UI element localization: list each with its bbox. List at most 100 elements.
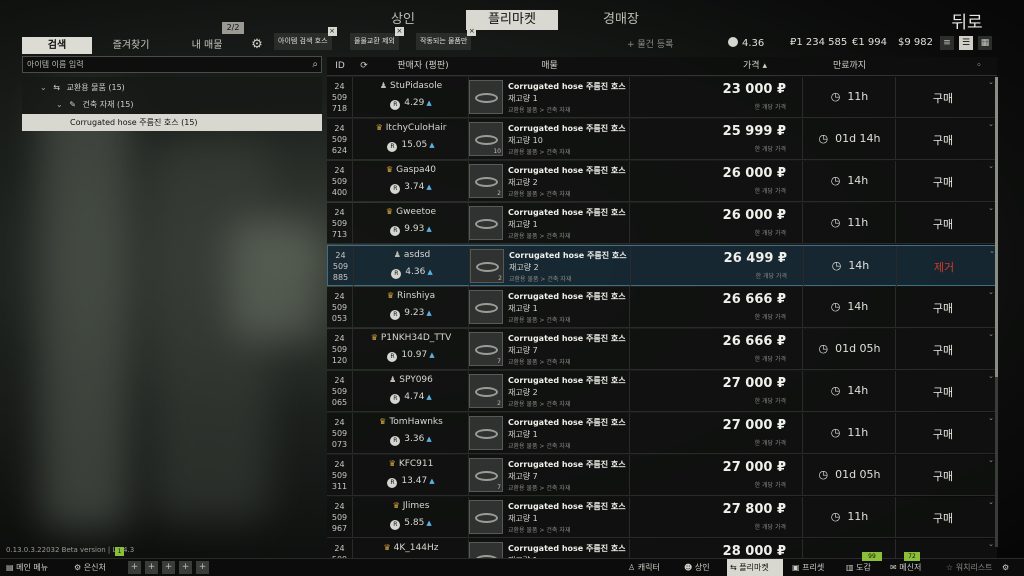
item-thumbnail[interactable]: 10 (469, 122, 503, 156)
item-cell[interactable]: 10 Corrugated hose 주름진 호스 재고량 10 교환용 물품 > 건… (469, 119, 630, 160)
chevron-down-icon[interactable]: ⌄ (56, 100, 63, 109)
add-slot-button[interactable]: + (196, 561, 209, 574)
hideout-button[interactable]: ⚙ 은신처 (74, 559, 106, 576)
tab-my-offers[interactable]: 내 매물 (178, 37, 236, 54)
close-icon[interactable]: × (394, 27, 404, 36)
offer-row[interactable]: 24 509 073 ♛ TomHawnks R 3.36 ▲ Corrugated hose … (327, 413, 997, 454)
item-thumbnail[interactable] (469, 80, 503, 114)
grid-view-icon[interactable]: ▦ (978, 36, 992, 50)
item-cell[interactable]: 2 Corrugated hose 주름진 호스 재고량 2 교환용 물품 > 건축 … (469, 371, 630, 412)
item-thumbnail[interactable]: 7 (469, 458, 503, 492)
item-thumbnail[interactable] (469, 500, 503, 534)
chevron-down-icon[interactable]: ⌄ (988, 330, 994, 338)
seller-cell[interactable]: ♛ TomHawnks R 3.36 ▲ (353, 413, 469, 454)
tab-flea-market[interactable]: 플리마켓 (466, 10, 558, 30)
filter-chip-search[interactable]: 아이템 검색 호스 × (274, 27, 337, 50)
offer-row[interactable]: 24 509 624 ♛ ItchyCuloHair R 15.05 ▲ 10 Corrugate… (327, 119, 997, 160)
offer-row[interactable]: 24 509 311 ♛ KFC911 R 13.47 ▲ 7 Corrugated hose 주… (327, 455, 997, 496)
item-thumbnail[interactable] (469, 290, 503, 324)
filter-chip-functional[interactable]: 작동되는 물품만 × (416, 27, 477, 50)
settings-gear-icon[interactable]: ⚙ (1002, 559, 1009, 576)
search-icon[interactable]: ⌕ (312, 57, 318, 72)
offer-row[interactable]: 24 509 400 ♛ Gaspa40 R 3.74 ▲ 2 Corrugated hose 주… (327, 161, 997, 202)
seller-name[interactable]: ♟ StuPidasole (353, 81, 469, 91)
list-view-icon[interactable]: ≡ (940, 36, 954, 50)
seller-name[interactable]: ♟ SPY096 (353, 375, 469, 385)
remove-button[interactable]: 제거 (897, 259, 991, 275)
tree-item-barter[interactable]: ⌄ ⇆ 교환용 물품 (15) (22, 79, 322, 96)
tab-search[interactable]: 검색 (22, 37, 92, 54)
offer-row-mine[interactable]: 24 509 885 ♟ asdsd R 4.36 ▲ 2 Corrugated hose 주름진… (327, 245, 997, 287)
seller-cell[interactable]: ♛ Gweetoe R 9.93 ▲ (353, 203, 469, 244)
watchlist-button[interactable]: ☆ 워치리스트 (946, 559, 993, 576)
seller-name[interactable]: ♛ 4K_144Hz (353, 543, 469, 553)
item-cell[interactable]: 2 Corrugated hose 주름진 호스 재고량 2 교환용 물품 > 건축 … (469, 161, 630, 202)
chevron-down-icon[interactable]: ⌄ (40, 83, 47, 92)
tab-auction[interactable]: 경매장 (596, 10, 646, 30)
item-cell[interactable]: Corrugated hose 주름진 호스재고량 1 교환용 물품 > 건축 자… (469, 287, 630, 328)
item-cell[interactable]: 7 Corrugated hose 주름진 호스 재고량 7 교환용 물품 > 건축 … (469, 329, 630, 370)
seller-cell[interactable]: ♛ Rinshiya R 9.23 ▲ (353, 287, 469, 328)
chevron-down-icon[interactable]: ⌄ (988, 414, 994, 422)
seller-cell[interactable]: ♛ Gaspa40 R 3.74 ▲ (353, 161, 469, 202)
item-cell[interactable]: 7 Corrugated hose 주름진 호스 재고량 7 교환용 물품 > 건축 … (469, 455, 630, 496)
seller-name[interactable]: ♛ Gweetoe (353, 207, 469, 217)
character-button[interactable]: ♙ 캐릭터 (628, 559, 660, 576)
seller-name[interactable]: ♛ TomHawnks (353, 417, 469, 427)
filter-chip-no-barter[interactable]: 물물교환 제외 × (350, 27, 404, 50)
buy-button[interactable]: 구매 (896, 342, 990, 358)
seller-cell[interactable]: ♟ SPY096 R 4.74 ▲ (353, 371, 469, 412)
item-thumbnail[interactable]: 2 (469, 164, 503, 198)
tree-item-corrugated-hose[interactable]: Corrugated hose 주름진 호스 (15) (22, 114, 322, 131)
chevron-down-icon[interactable]: ⌄ (988, 456, 994, 464)
seller-name[interactable]: ♛ ItchyCuloHair (353, 123, 469, 133)
item-cell[interactable]: Corrugated hose 주름진 호스재고량 1 교환용 물품 > 건축 자… (469, 413, 630, 454)
flea-market-button[interactable]: ⇆ 플리마켓 (727, 559, 783, 576)
back-button[interactable]: 뒤로 (942, 8, 992, 34)
seller-cell[interactable]: ♛ ItchyCuloHair R 15.05 ▲ (353, 119, 469, 160)
seller-name[interactable]: ♛ Rinshiya (353, 291, 469, 301)
offer-row[interactable]: 24 509 053 ♛ Rinshiya R 9.23 ▲ Corrugated hose 주… (327, 287, 997, 328)
seller-name[interactable]: ♛ Gaspa40 (353, 165, 469, 175)
chevron-down-icon[interactable]: ⌄ (988, 120, 994, 128)
handbook-button[interactable]: ▥ 도감 (846, 559, 871, 576)
buy-button[interactable]: 구매 (896, 510, 990, 526)
buy-button[interactable]: 구매 (896, 174, 990, 190)
item-thumbnail[interactable] (469, 206, 503, 240)
column-item[interactable]: 매물 (469, 57, 630, 76)
item-cell[interactable]: Corrugated hose 주름진 호스재고량 1 교환용 물품 > 건축 자… (469, 497, 630, 538)
seller-name[interactable]: ♛ KFC911 (353, 459, 469, 469)
buy-button[interactable]: 구매 (896, 300, 990, 316)
seller-cell[interactable]: ♛ P1NKH34D_TTV R 10.97 ▲ (353, 329, 469, 370)
scrollbar-thumb[interactable] (995, 77, 998, 377)
item-thumbnail[interactable]: 7 (469, 332, 503, 366)
chevron-down-icon[interactable]: ⌄ (988, 498, 994, 506)
offer-row[interactable]: 24 509 120 ♛ P1NKH34D_TTV R 10.97 ▲ 7 Corrugated … (327, 329, 997, 370)
buy-button[interactable]: 구매 (896, 426, 990, 442)
column-expires[interactable]: 만료까지 (803, 57, 896, 76)
item-cell[interactable]: Corrugated hose 주름진 호스재고량 1 교환용 물품 > 건축 자… (469, 77, 630, 118)
chevron-down-icon[interactable]: ⌄ (988, 78, 994, 86)
seller-cell[interactable]: ♟ StuPidasole R 4.29 ▲ (353, 77, 469, 118)
add-slot-button[interactable]: + (145, 561, 158, 574)
chevron-down-icon[interactable]: ⌄ (988, 372, 994, 380)
column-price[interactable]: 가격 ▴ (707, 57, 803, 76)
chevron-down-icon[interactable]: ⌄ (988, 162, 994, 170)
column-id[interactable]: ID (327, 57, 353, 76)
buy-button[interactable]: 구매 (896, 384, 990, 400)
item-thumbnail[interactable] (469, 416, 503, 450)
buy-button[interactable]: 구매 (896, 468, 990, 484)
traders-button[interactable]: ☻ 상인 (684, 559, 710, 576)
seller-cell[interactable]: ♛ KFC911 R 13.47 ▲ (353, 455, 469, 496)
add-slot-button[interactable]: + (162, 561, 175, 574)
tab-favorites[interactable]: 즐겨찾기 (100, 37, 162, 54)
add-slot-button[interactable]: + (179, 561, 192, 574)
add-offer-button[interactable]: + 물건 등록 (627, 37, 673, 50)
seller-name[interactable]: ♛ P1NKH34D_TTV (353, 333, 469, 343)
refresh-icon[interactable]: ⟳ (353, 57, 375, 76)
gear-icon[interactable]: ⚙ (249, 37, 265, 53)
chevron-down-icon[interactable]: ⌄ (988, 288, 994, 296)
offer-row[interactable]: 24 509 065 ♟ SPY096 R 4.74 ▲ 2 Corrugated hose 주름… (327, 371, 997, 412)
chevron-down-icon[interactable]: ⌄ (988, 540, 994, 548)
add-slot-button[interactable]: + (128, 561, 141, 574)
